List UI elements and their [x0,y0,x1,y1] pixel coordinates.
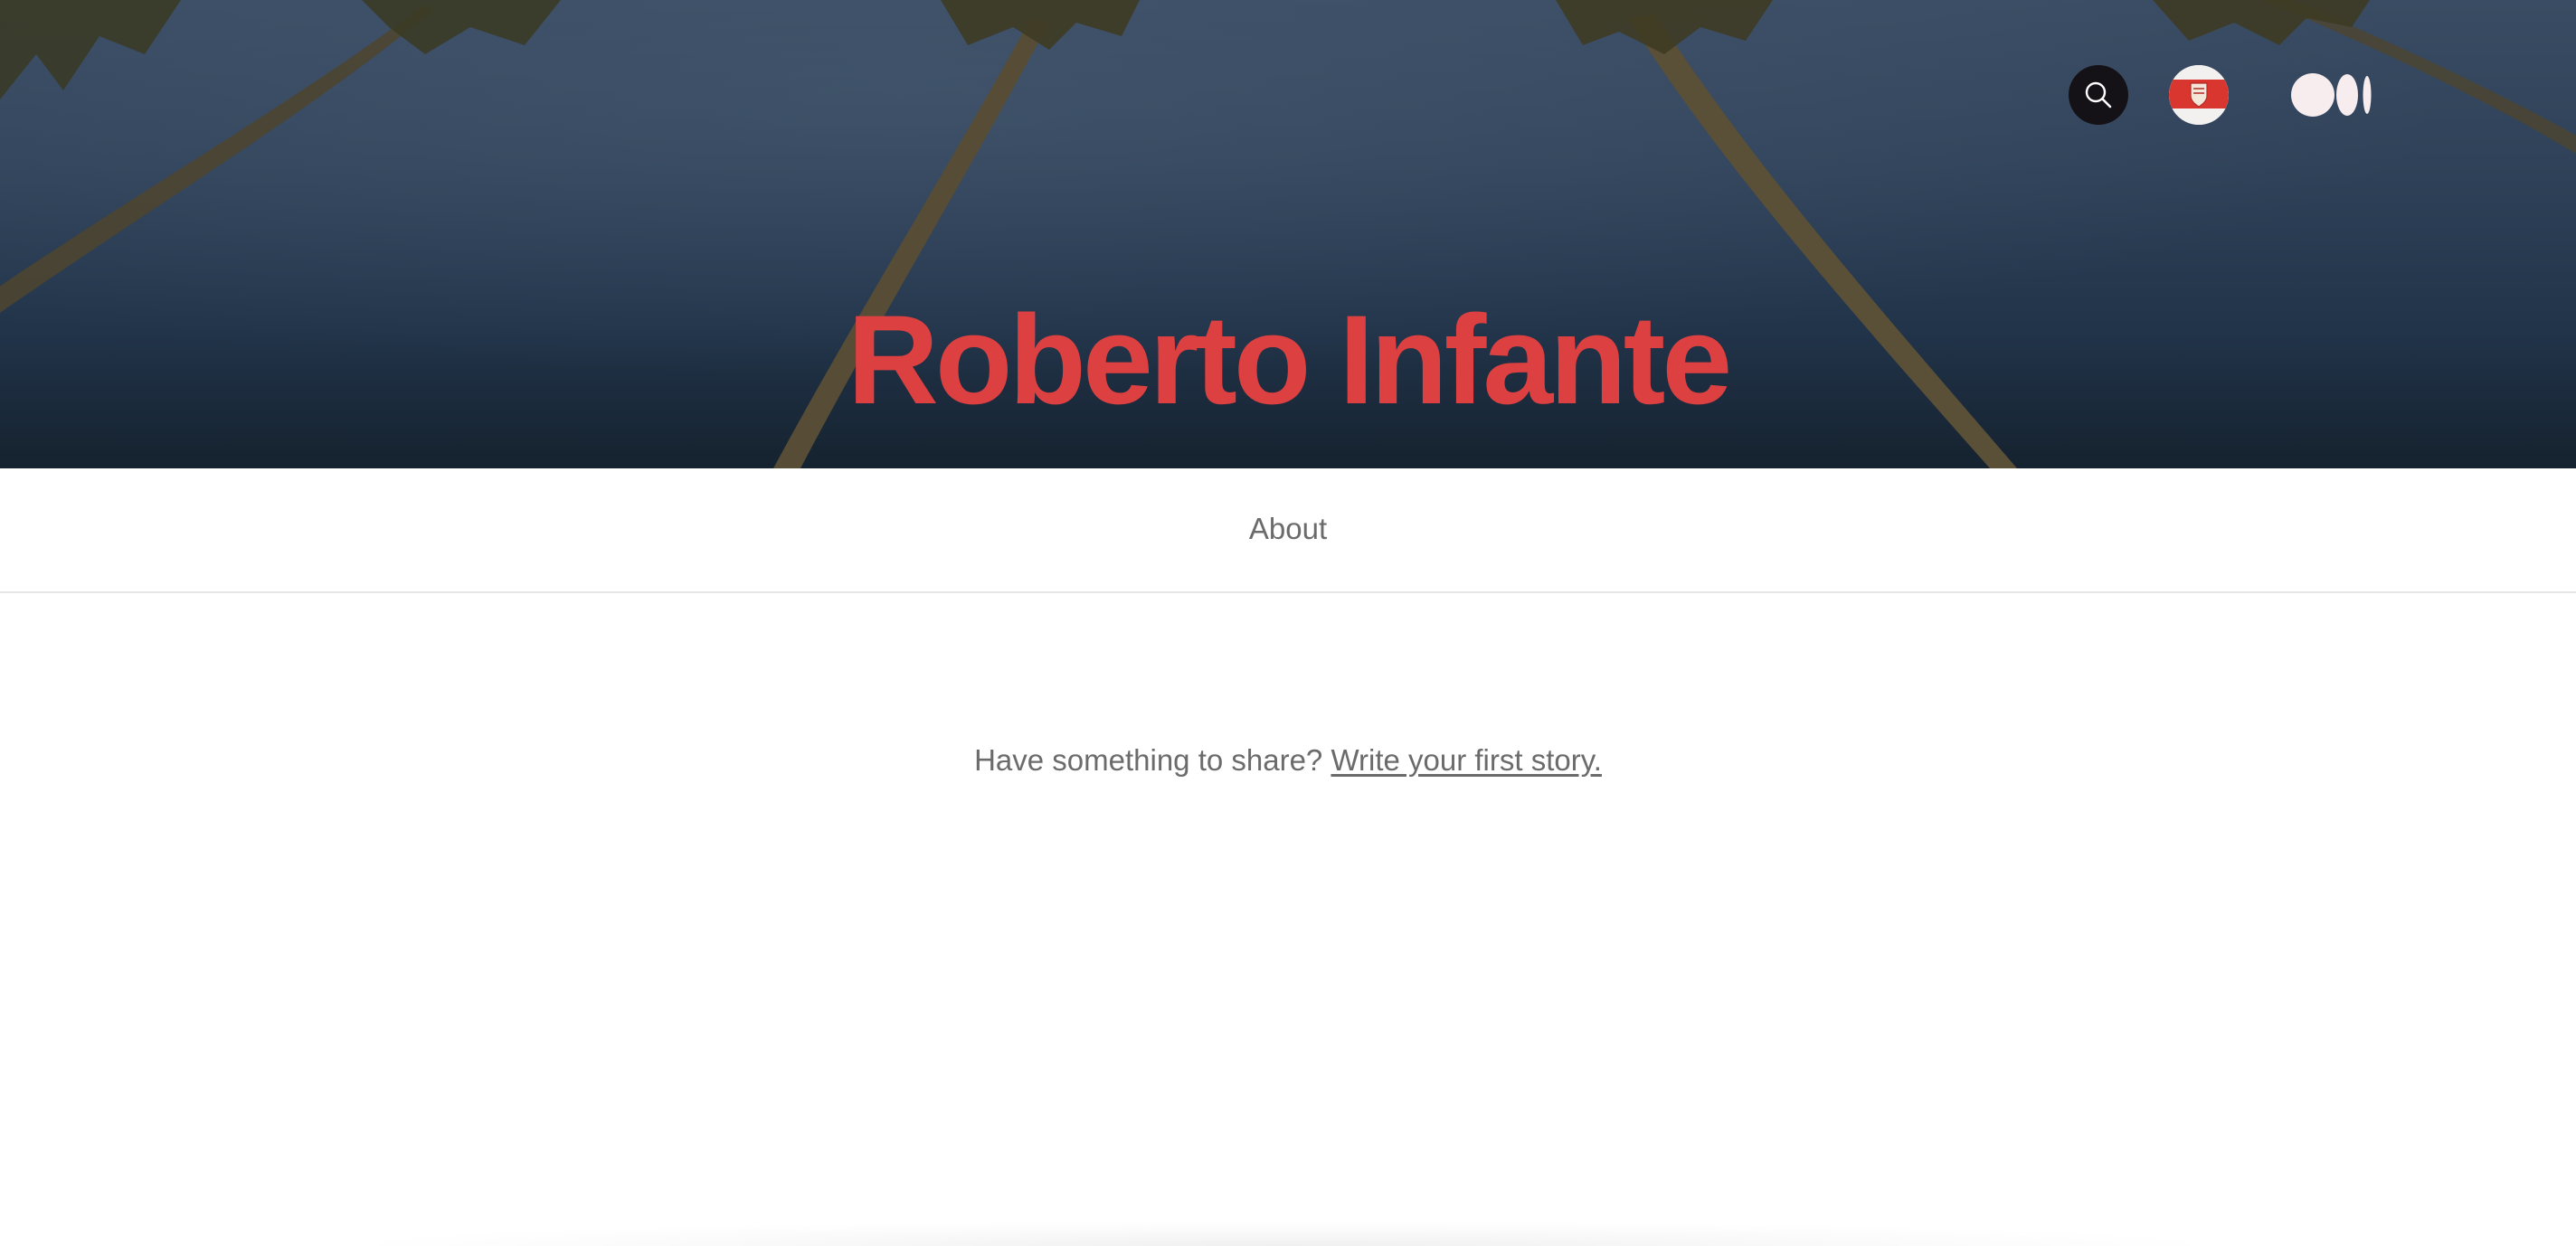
search-icon [2085,81,2112,109]
nav-about-link[interactable]: About [0,512,2576,546]
publication-nav: About [0,468,2576,593]
write-first-story-link[interactable]: Write your first story. [1331,743,1601,777]
empty-state: Have something to share? Write your firs… [0,743,2576,778]
empty-state-text: Have something to share? [974,743,1331,777]
hero-banner: Roberto Infante [0,0,2576,468]
avatar-crest-icon [2169,65,2229,125]
avatar[interactable] [2169,65,2229,125]
publication-title[interactable]: Roberto Infante [0,288,2576,432]
search-button[interactable] [2069,65,2128,125]
medium-logo-icon[interactable] [2291,72,2372,118]
footer-shadow [380,1222,2189,1246]
